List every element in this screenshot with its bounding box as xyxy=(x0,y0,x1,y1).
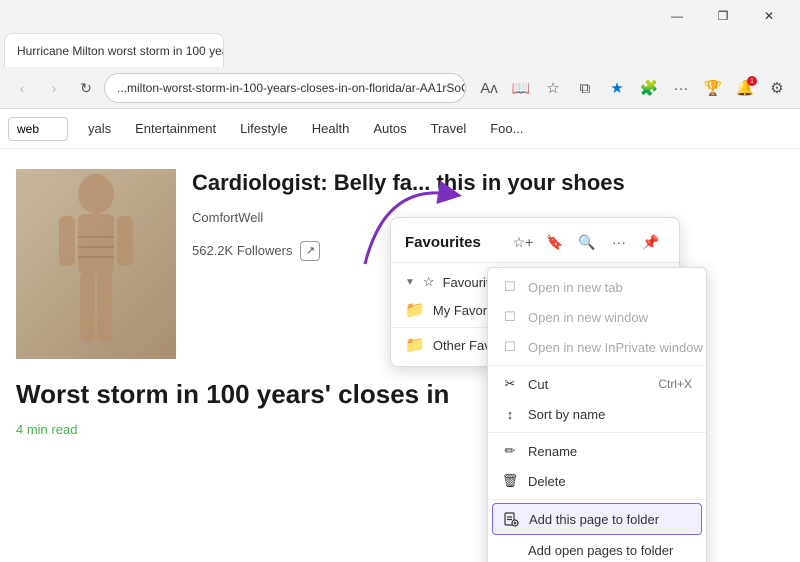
nav-item-yals[interactable]: yals xyxy=(84,121,115,136)
read-aloud-button[interactable]: Aʌ xyxy=(474,73,504,103)
ctx-icon-cut: ✂ xyxy=(502,376,518,392)
nav-item-lifestyle[interactable]: Lifestyle xyxy=(236,121,292,136)
ctx-delete[interactable]: 🗑 Delete xyxy=(488,466,706,496)
ctx-divider-3 xyxy=(488,499,706,500)
ctx-icon-inprivate: ☐ xyxy=(502,339,518,355)
fav-add-icon[interactable]: ☆+ xyxy=(509,228,537,256)
site-nav: yals Entertainment Lifestyle Health Auto… xyxy=(0,109,800,149)
context-menu: ☐ Open in new tab ☐ Open in new window ☐… xyxy=(487,267,707,562)
ctx-add-open-pages[interactable]: Add open pages to folder xyxy=(488,535,706,562)
body-illustration xyxy=(16,169,176,359)
ctx-label-cut: Cut xyxy=(528,377,548,392)
page-content: yals Entertainment Lifestyle Health Auto… xyxy=(0,109,800,562)
back-button[interactable]: ‹ xyxy=(8,74,36,102)
ctx-label-add-open-pages: Add open pages to folder xyxy=(528,543,673,558)
nav-item-autos[interactable]: Autos xyxy=(369,121,410,136)
tab-title: Hurricane Milton worst storm in 100 year… xyxy=(17,44,224,58)
ctx-label-new-tab: Open in new tab xyxy=(528,280,623,295)
active-tab[interactable]: Hurricane Milton worst storm in 100 year… xyxy=(4,33,224,67)
ctx-open-new-window[interactable]: ☐ Open in new window xyxy=(488,302,706,332)
article-title: Cardiologist: Belly fa... this in your s… xyxy=(192,169,784,198)
ctx-rename[interactable]: ✏ Rename xyxy=(488,436,706,466)
more-button[interactable]: ··· xyxy=(666,73,696,103)
settings-button[interactable]: ⚙ xyxy=(762,73,792,103)
fav-pin-icon[interactable]: 📌 xyxy=(637,228,665,256)
ctx-open-new-tab[interactable]: ☐ Open in new tab xyxy=(488,272,706,302)
ctx-label-rename: Rename xyxy=(528,444,577,459)
ctx-icon-add-open-pages xyxy=(502,542,518,558)
ctx-label-add-page: Add this page to folder xyxy=(529,512,659,527)
ctx-icon-new-tab: ☐ xyxy=(502,279,518,295)
fav-more-icon[interactable]: ··· xyxy=(605,228,633,256)
ctx-open-inprivate[interactable]: ☐ Open in new InPrivate window xyxy=(488,332,706,362)
favorites-active-button[interactable]: ★ xyxy=(602,73,632,103)
ctx-label-delete: Delete xyxy=(528,474,566,489)
ctx-divider-1 xyxy=(488,365,706,366)
nav-item-health[interactable]: Health xyxy=(308,121,354,136)
ctx-label-inprivate: Open in new InPrivate window xyxy=(528,340,703,355)
fav-title: Favourites xyxy=(405,234,481,251)
tab-bar: Hurricane Milton worst storm in 100 year… xyxy=(0,32,800,68)
minimize-button[interactable]: — xyxy=(654,0,700,32)
fav-bookmark-icon[interactable]: 🔖 xyxy=(541,228,569,256)
nav-item-entertainment[interactable]: Entertainment xyxy=(131,121,220,136)
notif-badge: 1 xyxy=(747,76,757,86)
forward-button[interactable]: › xyxy=(40,74,68,102)
ctx-icon-sort: ↕ xyxy=(502,406,518,422)
address-box[interactable]: ...milton-worst-storm-in-100-years-close… xyxy=(104,73,466,103)
toolbar-icons: Aʌ 📖 ☆ ⧉ ★ 🧩 ··· 🏆 🔔 1 ⚙ xyxy=(474,73,792,103)
read-view-button[interactable]: 📖 xyxy=(506,73,536,103)
fav-folder-icon-1: 📁 xyxy=(405,300,425,320)
ctx-icon-rename: ✏ xyxy=(502,443,518,459)
article-image xyxy=(16,169,176,359)
extensions-button[interactable]: 🧩 xyxy=(634,73,664,103)
ctx-sort[interactable]: ↕ Sort by name xyxy=(488,399,706,429)
window-controls: — ❐ ✕ xyxy=(654,0,792,32)
ctx-icon-delete: 🗑 xyxy=(502,473,518,489)
refresh-button[interactable]: ↻ xyxy=(72,74,100,102)
favorites-button[interactable]: ☆ xyxy=(538,73,568,103)
fav-header: Favourites ☆+ 🔖 🔍 ··· 📌 xyxy=(391,218,679,263)
fav-search-icon[interactable]: 🔍 xyxy=(573,228,601,256)
ctx-label-sort: Sort by name xyxy=(528,407,605,422)
nav-item-food[interactable]: Foo... xyxy=(486,121,527,136)
nav-item-travel[interactable]: Travel xyxy=(427,121,471,136)
ctx-shortcut-cut: Ctrl+X xyxy=(658,377,692,391)
maximize-button[interactable]: ❐ xyxy=(700,0,746,32)
address-text: ...milton-worst-storm-in-100-years-close… xyxy=(117,81,466,95)
ctx-icon-add-page xyxy=(503,511,519,527)
title-bar: — ❐ ✕ xyxy=(0,0,800,32)
fav-bar-icon: ☆ xyxy=(423,274,435,290)
address-bar-row: ‹ › ↻ ...milton-worst-storm-in-100-years… xyxy=(0,68,800,108)
ctx-divider-2 xyxy=(488,432,706,433)
fav-folder-icon-2: 📁 xyxy=(405,335,425,355)
close-button[interactable]: ✕ xyxy=(746,0,792,32)
follower-count: 562.2K Followers xyxy=(192,243,292,258)
notifications-button[interactable]: 🔔 1 xyxy=(730,73,760,103)
ctx-add-page-folder[interactable]: Add this page to folder xyxy=(492,503,702,535)
ctx-label-new-window: Open in new window xyxy=(528,310,648,325)
site-search-input[interactable] xyxy=(8,117,68,141)
ctx-cut[interactable]: ✂ Cut Ctrl+X xyxy=(488,369,706,399)
follower-link-icon[interactable]: ↗ xyxy=(300,241,320,261)
collections-button[interactable]: ⧉ xyxy=(570,73,600,103)
profile-button[interactable]: 🏆 xyxy=(698,73,728,103)
fav-expand-arrow: ▼ xyxy=(405,277,415,288)
fav-header-icons: ☆+ 🔖 🔍 ··· 📌 xyxy=(509,228,665,256)
ctx-icon-new-window: ☐ xyxy=(502,309,518,325)
